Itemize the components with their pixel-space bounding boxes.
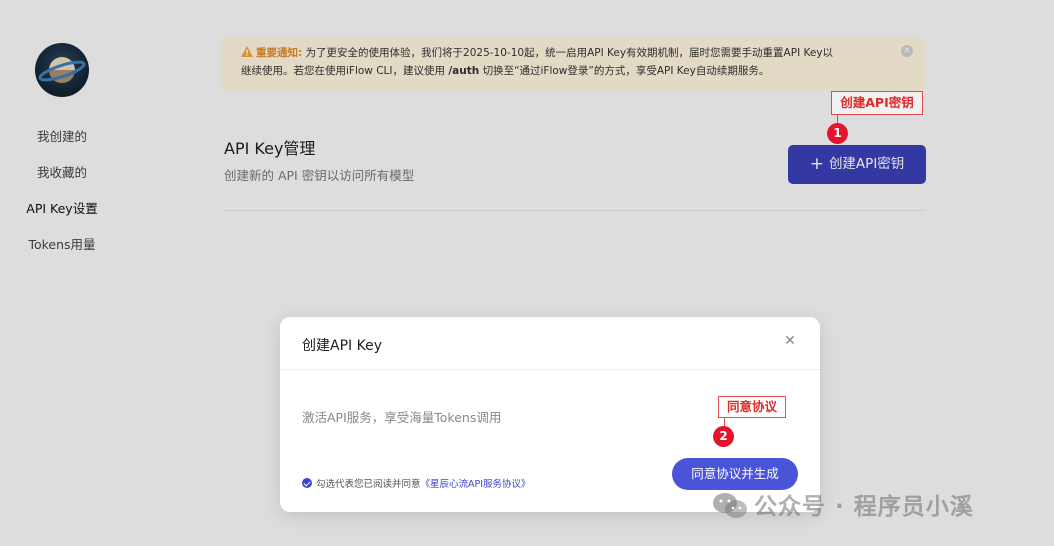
annotation-number-2: 2 [713, 426, 734, 447]
close-icon[interactable]: ✕ [784, 334, 796, 348]
modal-description: 激活API服务，享受海量Tokens调用 [302, 410, 502, 425]
modal-title: 创建API Key [302, 338, 382, 354]
annotation-label-1: 创建API密钥 [831, 91, 923, 115]
annotation-number-1: 1 [827, 123, 848, 144]
agreement-checkbox[interactable] [302, 478, 312, 488]
agreement-prefix: 勾选代表您已阅读并同意 [316, 479, 421, 490]
agreement-link[interactable]: 《星辰心流API服务协议》 [421, 479, 531, 490]
watermark: 公众号 · 程序员小溪 [712, 487, 974, 521]
annotation-label-2: 同意协议 [718, 396, 786, 418]
agree-and-generate-button[interactable]: 同意协议并生成 [672, 458, 798, 490]
agreement-row: 勾选代表您已阅读并同意《星辰心流API服务协议》 [302, 476, 531, 490]
watermark-text: 公众号 · 程序员小溪 [754, 494, 974, 520]
modal-divider [280, 369, 820, 370]
wechat-icon [713, 493, 747, 518]
